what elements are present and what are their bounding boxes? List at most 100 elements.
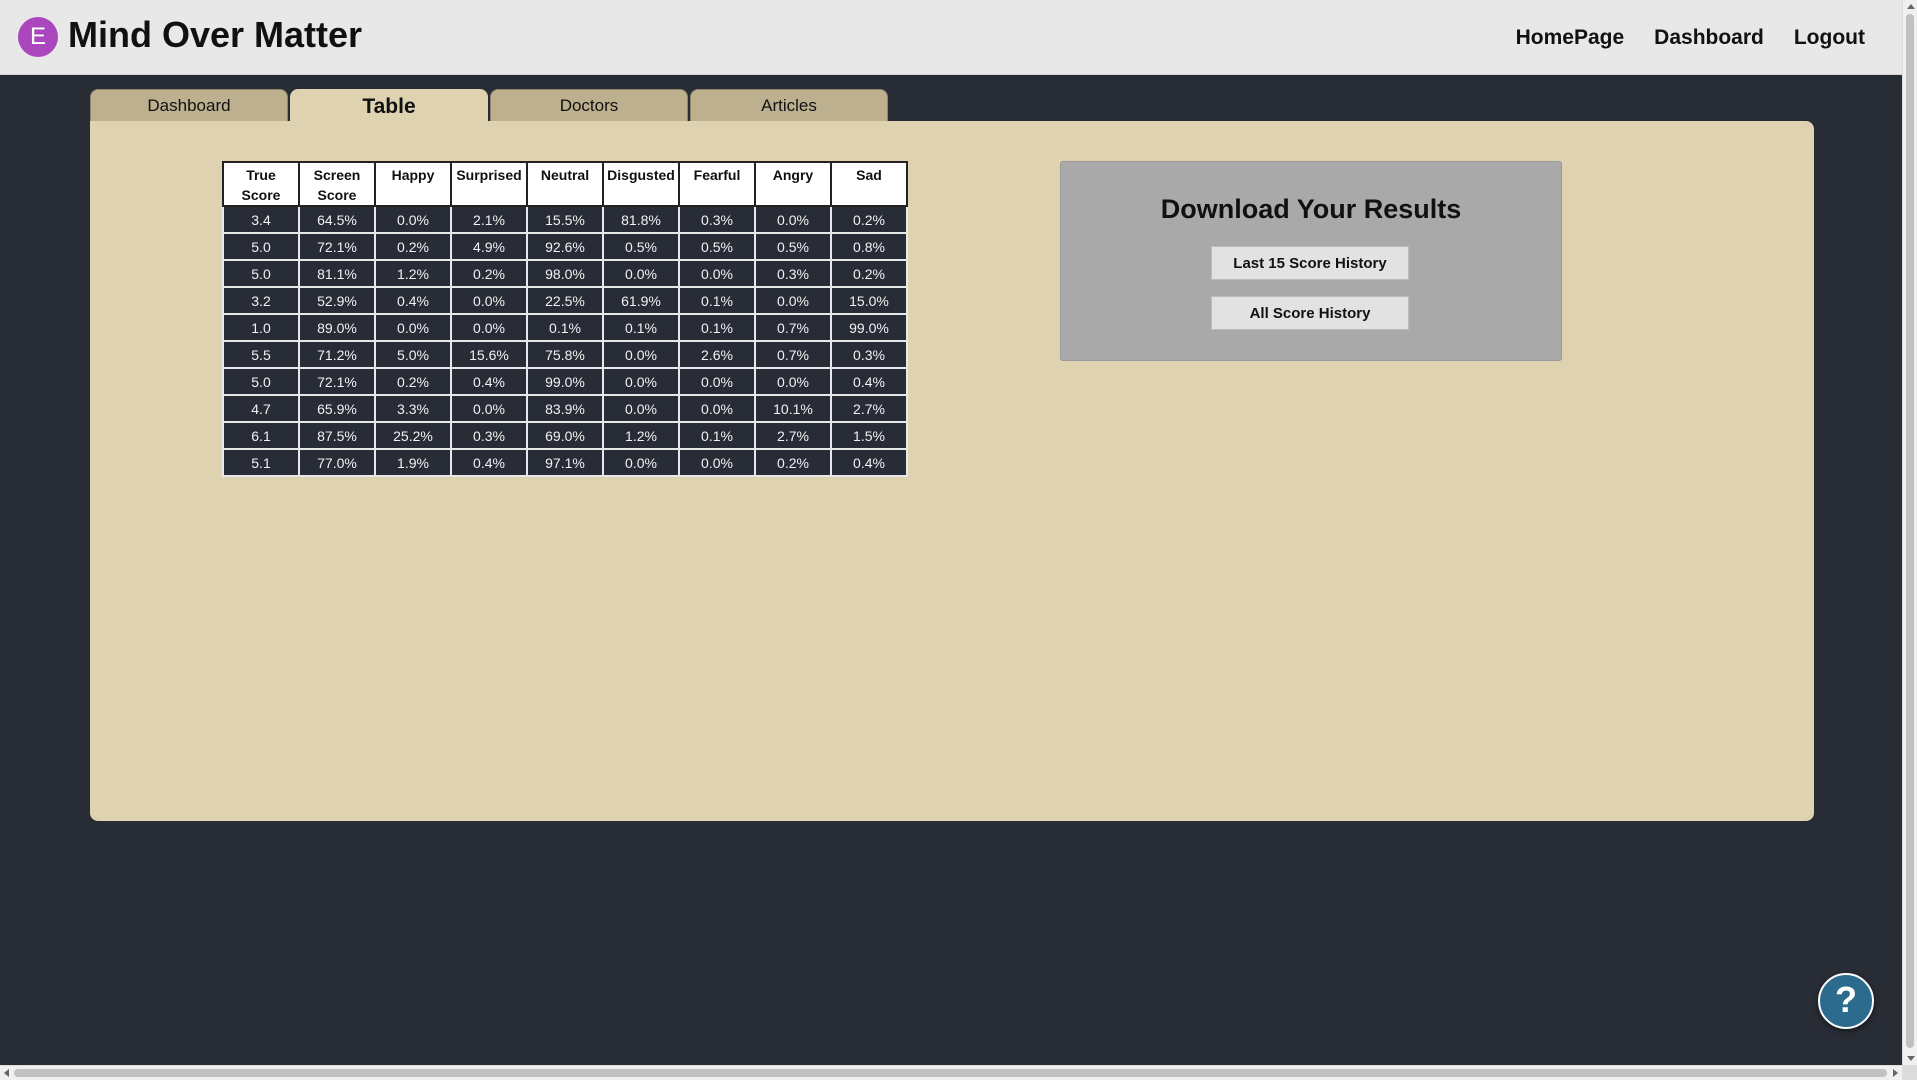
table-cell: 0.2% bbox=[374, 232, 452, 261]
column-header-disgusted: Disgusted bbox=[602, 161, 680, 207]
table-header-row: True Score Screen Score Happy Surprised … bbox=[222, 161, 908, 207]
vertical-scroll-thumb[interactable] bbox=[1906, 14, 1914, 1048]
table-cell: 5.5 bbox=[222, 340, 300, 369]
table-cell: 1.9% bbox=[374, 448, 452, 477]
table-cell: 0.0% bbox=[450, 394, 528, 423]
last-15-score-history-button[interactable]: Last 15 Score History bbox=[1211, 246, 1409, 280]
table-cell: 0.0% bbox=[450, 286, 528, 315]
top-bar: E Mind Over Matter HomePage Dashboard Lo… bbox=[0, 0, 1902, 75]
table-cell: 0.4% bbox=[830, 448, 908, 477]
column-header-happy: Happy bbox=[374, 161, 452, 207]
table-cell: 5.0% bbox=[374, 340, 452, 369]
table-cell: 1.2% bbox=[374, 259, 452, 288]
table-row: 5.0 81.1% 1.2% 0.2% 98.0% 0.0% 0.0% 0.3% 0.2% bbox=[222, 259, 908, 288]
table-cell: 6.1 bbox=[222, 421, 300, 450]
table-cell: 0.0% bbox=[678, 448, 756, 477]
user-avatar[interactable]: E bbox=[18, 17, 58, 57]
table-cell: 65.9% bbox=[298, 394, 376, 423]
tab-doctors[interactable]: Doctors bbox=[490, 89, 688, 121]
table-cell: 0.0% bbox=[602, 340, 680, 369]
tab-articles[interactable]: Articles bbox=[690, 89, 888, 121]
table-cell: 2.7% bbox=[754, 421, 832, 450]
top-nav: HomePage Dashboard Logout bbox=[1516, 26, 1865, 50]
table-cell: 0.4% bbox=[830, 367, 908, 396]
table-cell: 2.6% bbox=[678, 340, 756, 369]
table-row: 1.0 89.0% 0.0% 0.0% 0.1% 0.1% 0.1% 0.7% 99.0% bbox=[222, 313, 908, 342]
table-cell: 0.2% bbox=[830, 205, 908, 234]
table-row: 6.1 87.5% 25.2% 0.3% 69.0% 1.2% 0.1% 2.7% 1.5% bbox=[222, 421, 908, 450]
table-row: 4.7 65.9% 3.3% 0.0% 83.9% 0.0% 0.0% 10.1% 2.7% bbox=[222, 394, 908, 423]
all-score-history-button[interactable]: All Score History bbox=[1211, 296, 1409, 330]
nav-logout-link[interactable]: Logout bbox=[1794, 26, 1865, 50]
app-title: Mind Over Matter bbox=[68, 14, 363, 55]
table-cell: 5.0 bbox=[222, 232, 300, 261]
table-row: 5.0 72.1% 0.2% 0.4% 99.0% 0.0% 0.0% 0.0% 0.4% bbox=[222, 367, 908, 396]
column-header-surprised: Surprised bbox=[450, 161, 528, 207]
table-cell: 0.0% bbox=[678, 394, 756, 423]
table-cell: 4.9% bbox=[450, 232, 528, 261]
table-cell: 0.0% bbox=[754, 367, 832, 396]
table-cell: 0.3% bbox=[450, 421, 528, 450]
table-cell: 0.0% bbox=[754, 205, 832, 234]
table-cell: 0.0% bbox=[374, 313, 452, 342]
table-cell: 0.1% bbox=[602, 313, 680, 342]
table-cell: 0.2% bbox=[450, 259, 528, 288]
table-cell: 99.0% bbox=[830, 313, 908, 342]
table-cell: 3.2 bbox=[222, 286, 300, 315]
table-cell: 1.5% bbox=[830, 421, 908, 450]
horizontal-scroll-thumb[interactable] bbox=[14, 1069, 1887, 1077]
table-cell: 0.0% bbox=[602, 367, 680, 396]
column-header-neutral: Neutral bbox=[526, 161, 604, 207]
table-cell: 15.6% bbox=[450, 340, 528, 369]
table-panel: True Score Screen Score Happy Surprised … bbox=[90, 121, 1814, 821]
table-cell: 87.5% bbox=[298, 421, 376, 450]
download-title: Download Your Results bbox=[1160, 194, 1462, 224]
table-cell: 92.6% bbox=[526, 232, 604, 261]
table-cell: 0.4% bbox=[450, 367, 528, 396]
table-cell: 81.1% bbox=[298, 259, 376, 288]
help-button[interactable]: ? bbox=[1818, 973, 1874, 1029]
table-cell: 1.0 bbox=[222, 313, 300, 342]
table-cell: 64.5% bbox=[298, 205, 376, 234]
scroll-right-arrow-icon[interactable] bbox=[1893, 1069, 1898, 1077]
table-cell: 0.3% bbox=[754, 259, 832, 288]
table-cell: 0.0% bbox=[678, 259, 756, 288]
score-table-body: 3.4 64.5% 0.0% 2.1% 15.5% 81.8% 0.3% 0.0% 0.2% 5.… bbox=[222, 205, 908, 477]
table-cell: 0.0% bbox=[450, 313, 528, 342]
tab-table[interactable]: Table bbox=[290, 89, 488, 122]
table-cell: 0.1% bbox=[678, 421, 756, 450]
table-cell: 0.4% bbox=[374, 286, 452, 315]
table-cell: 89.0% bbox=[298, 313, 376, 342]
column-header-true-score: True Score bbox=[222, 161, 300, 207]
tab-dashboard[interactable]: Dashboard bbox=[90, 89, 288, 121]
table-row: 3.4 64.5% 0.0% 2.1% 15.5% 81.8% 0.3% 0.0% 0.2% bbox=[222, 205, 908, 234]
table-cell: 3.4 bbox=[222, 205, 300, 234]
table-cell: 5.1 bbox=[222, 448, 300, 477]
table-cell: 0.1% bbox=[678, 313, 756, 342]
scroll-up-arrow-icon[interactable] bbox=[1907, 4, 1915, 9]
vertical-scrollbar[interactable] bbox=[1902, 0, 1917, 1065]
horizontal-scrollbar[interactable] bbox=[0, 1065, 1902, 1080]
table-cell: 10.1% bbox=[754, 394, 832, 423]
table-cell: 1.2% bbox=[602, 421, 680, 450]
table-cell: 52.9% bbox=[298, 286, 376, 315]
table-cell: 0.5% bbox=[678, 232, 756, 261]
table-cell: 98.0% bbox=[526, 259, 604, 288]
table-cell: 0.2% bbox=[830, 259, 908, 288]
table-cell: 71.2% bbox=[298, 340, 376, 369]
table-cell: 0.8% bbox=[830, 232, 908, 261]
table-cell: 0.5% bbox=[602, 232, 680, 261]
table-cell: 0.4% bbox=[450, 448, 528, 477]
table-cell: 0.0% bbox=[754, 286, 832, 315]
table-cell: 75.8% bbox=[526, 340, 604, 369]
scroll-down-arrow-icon[interactable] bbox=[1907, 1056, 1915, 1061]
table-cell: 72.1% bbox=[298, 367, 376, 396]
table-cell: 0.5% bbox=[754, 232, 832, 261]
scroll-left-arrow-icon[interactable] bbox=[4, 1069, 9, 1077]
table-cell: 5.0 bbox=[222, 259, 300, 288]
table-cell: 0.0% bbox=[678, 367, 756, 396]
column-header-angry: Angry bbox=[754, 161, 832, 207]
nav-dashboard-link[interactable]: Dashboard bbox=[1654, 26, 1764, 50]
table-cell: 25.2% bbox=[374, 421, 452, 450]
nav-homepage-link[interactable]: HomePage bbox=[1516, 26, 1625, 50]
